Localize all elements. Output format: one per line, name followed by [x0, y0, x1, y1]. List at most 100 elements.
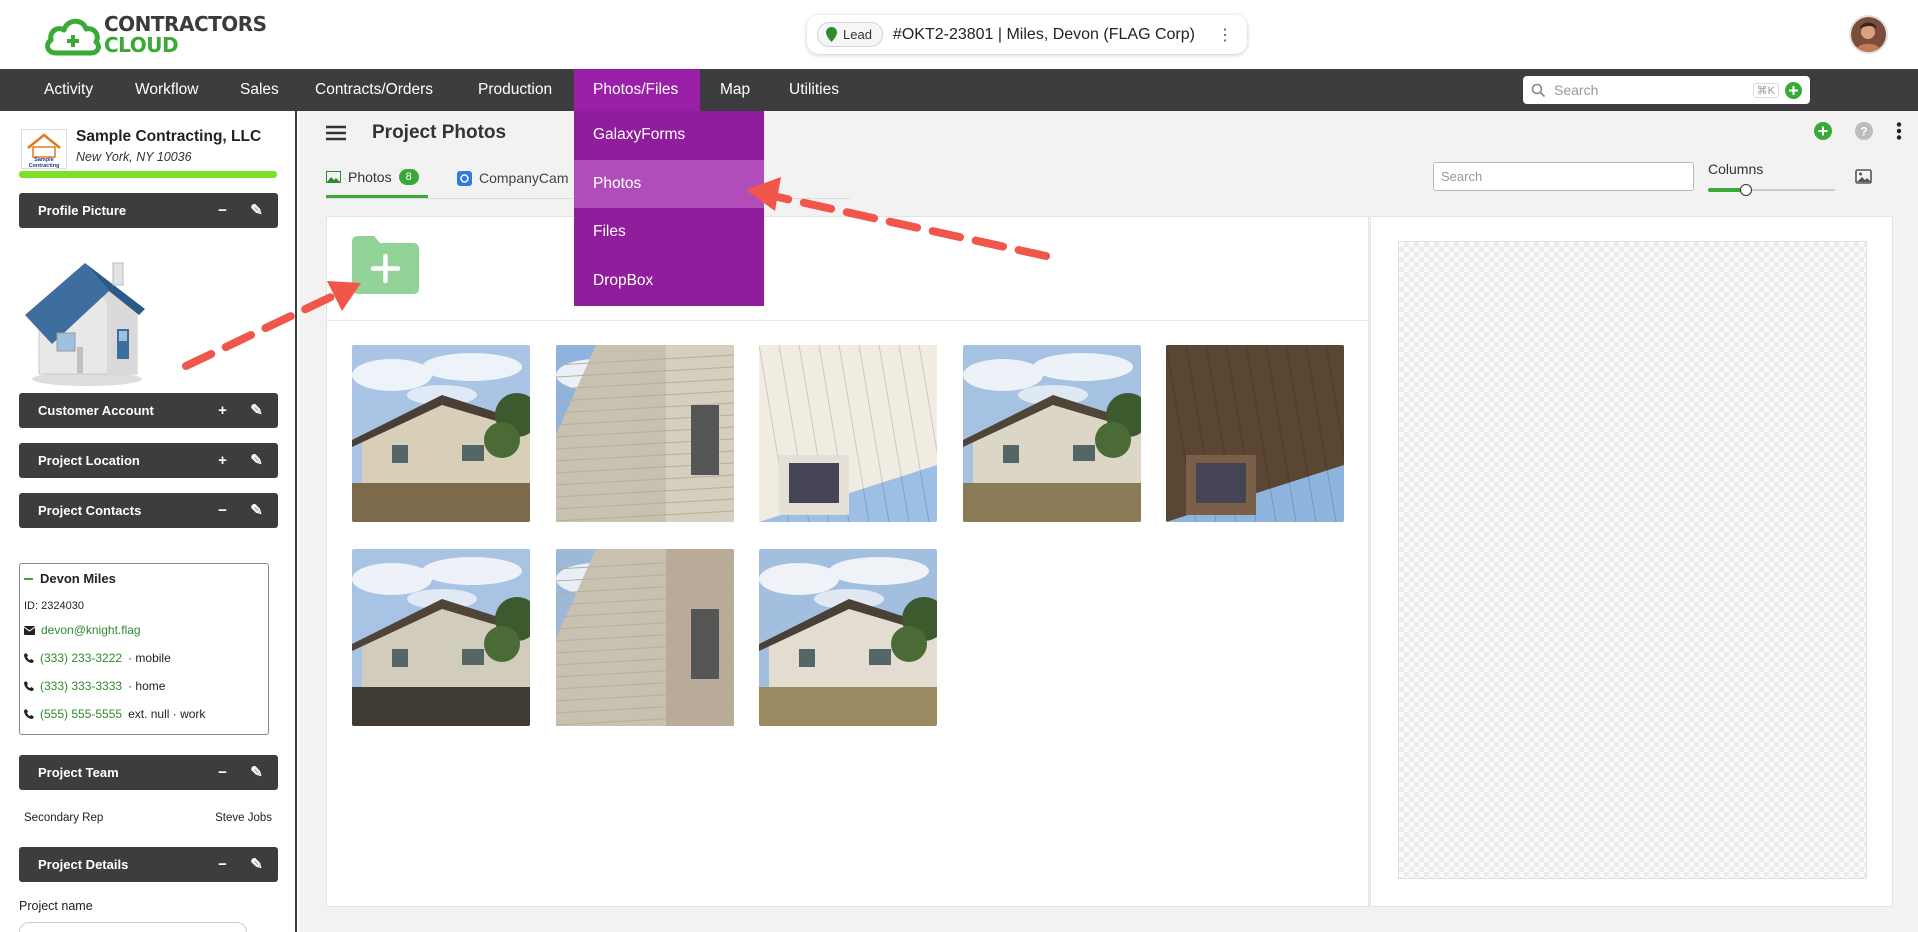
envelope-icon	[24, 625, 35, 635]
phone-type: · home	[128, 679, 166, 693]
tab-label: CompanyCam	[479, 170, 569, 186]
main-nav: Activity Workflow Sales Contracts/Orders…	[0, 69, 1918, 111]
panel-title: Customer Account	[38, 403, 154, 418]
phone-number[interactable]: (333) 233-3222	[40, 651, 122, 665]
collapse-icon[interactable]: −	[215, 856, 230, 873]
phone-number[interactable]: (333) 333-3333	[40, 679, 122, 693]
nav-sales[interactable]: Sales	[221, 69, 298, 111]
menu-item-dropbox[interactable]: DropBox	[574, 257, 764, 306]
project-name-label: Project name	[19, 899, 93, 913]
team-person: Steve Jobs	[215, 812, 272, 824]
photo-thumbnail[interactable]	[555, 345, 734, 522]
collapse-icon[interactable]: −	[215, 764, 230, 781]
map-pin-icon	[826, 27, 837, 42]
svg-text:?: ?	[1860, 125, 1867, 139]
app-logo[interactable]: CONTRACTORS CLOUD	[43, 13, 267, 57]
photo-search-input[interactable]	[1433, 162, 1694, 191]
image-view-icon[interactable]	[1855, 169, 1872, 184]
slider-handle[interactable]	[1740, 184, 1753, 196]
page-header: Project Photos ? Photos 8 CompanyCam Col…	[299, 111, 1918, 215]
panel-customer-account[interactable]: Customer Account + ✎	[19, 393, 278, 428]
panel-title: Project Contacts	[38, 503, 142, 518]
shortcut-hint: ⌘K	[1752, 82, 1779, 98]
photo-thumbnail[interactable]	[555, 549, 734, 726]
edit-icon[interactable]: ✎	[249, 502, 264, 519]
edit-icon[interactable]: ✎	[249, 856, 264, 873]
plus-icon[interactable]: +	[215, 402, 230, 419]
nav-map[interactable]: Map	[701, 69, 769, 111]
status-badge[interactable]: Lead	[817, 22, 883, 47]
menu-item-files[interactable]: Files	[574, 208, 764, 257]
photo-thumbnail[interactable]	[352, 549, 530, 726]
nav-utilities[interactable]: Utilities	[770, 69, 858, 111]
edit-icon[interactable]: ✎	[249, 764, 264, 781]
add-folder-icon[interactable]	[352, 236, 419, 294]
profile-house-image[interactable]	[17, 249, 150, 389]
contact-name[interactable]: Devon Miles	[24, 571, 116, 586]
edit-icon[interactable]: ✎	[249, 202, 264, 219]
nav-production[interactable]: Production	[459, 69, 571, 111]
edit-icon[interactable]: ✎	[249, 452, 264, 469]
plus-icon[interactable]: +	[215, 452, 230, 469]
nav-workflow[interactable]: Workflow	[116, 69, 217, 111]
tab-companycam[interactable]: CompanyCam	[457, 164, 568, 198]
photo-thumbnail[interactable]	[1166, 345, 1344, 522]
vertical-dots-icon[interactable]: ⋮	[1217, 25, 1233, 45]
company-logo: Sample Contracting	[21, 129, 67, 169]
add-circle-icon[interactable]	[1814, 122, 1832, 140]
tab-photos[interactable]: Photos 8	[326, 164, 428, 198]
contact-email[interactable]: devon@knight.flag	[41, 623, 141, 637]
companycam-icon	[457, 170, 472, 186]
columns-label: Columns	[1708, 161, 1764, 177]
panel-project-team[interactable]: Project Team − ✎	[19, 755, 278, 790]
photo-preview-pane	[1370, 216, 1893, 907]
team-role: Secondary Rep	[24, 812, 104, 824]
collapse-icon[interactable]: −	[215, 202, 230, 219]
project-name-field[interactable]	[19, 922, 247, 932]
hamburger-menu-icon[interactable]	[326, 125, 346, 141]
phone-type: · mobile	[128, 651, 171, 665]
global-search[interactable]: ⌘K	[1523, 76, 1810, 104]
avatar[interactable]	[1849, 15, 1888, 54]
help-icon[interactable]: ?	[1855, 122, 1873, 140]
top-bar: CONTRACTORS CLOUD Lead #OKT2-23801 | Mil…	[0, 0, 1918, 69]
photo-count-badge: 8	[398, 168, 419, 185]
edit-icon[interactable]: ✎	[249, 402, 264, 419]
phone-icon	[24, 653, 34, 663]
global-search-input[interactable]	[1554, 82, 1753, 98]
collapse-dash-icon[interactable]	[24, 577, 33, 580]
panel-project-contacts[interactable]: Project Contacts − ✎	[19, 493, 278, 528]
panel-profile-picture[interactable]: Profile Picture − ✎	[19, 193, 278, 228]
panel-title: Project Details	[38, 857, 129, 872]
phone-number[interactable]: (555) 555-5555	[40, 707, 122, 721]
columns-slider[interactable]	[1708, 184, 1835, 196]
image-icon	[326, 170, 341, 183]
nav-activity[interactable]: Activity	[25, 69, 112, 111]
photo-thumbnail[interactable]	[759, 345, 937, 522]
panel-project-details[interactable]: Project Details − ✎	[19, 847, 278, 882]
panel-title: Project Team	[38, 765, 119, 780]
nav-contracts-orders[interactable]: Contracts/Orders	[296, 69, 452, 111]
contact-phone-row: (555) 555-5555 ext. null · work	[24, 707, 205, 721]
photo-thumbnail[interactable]	[352, 345, 530, 522]
menu-item-galaxyforms[interactable]: GalaxyForms	[574, 111, 764, 160]
add-circle-icon[interactable]	[1785, 81, 1802, 99]
photo-thumbnail[interactable]	[962, 345, 1141, 522]
nav-photos-files[interactable]: Photos/Files	[574, 69, 700, 111]
photo-thumbnail[interactable]	[759, 549, 937, 726]
collapse-icon[interactable]: −	[215, 502, 230, 519]
team-row: Secondary Rep Steve Jobs	[24, 812, 272, 824]
record-selector[interactable]: Lead #OKT2-23801 | Miles, Devon (FLAG Co…	[807, 15, 1247, 54]
photo-gallery	[326, 216, 1370, 907]
phone-icon	[24, 709, 34, 719]
menu-item-photos[interactable]: Photos	[574, 159, 764, 209]
upload-area	[327, 217, 1370, 321]
status-label: Lead	[843, 27, 872, 42]
vertical-dots-icon[interactable]	[1896, 122, 1902, 140]
logo-line2: CLOUD	[104, 33, 179, 57]
logo-text: CONTRACTORS CLOUD	[104, 14, 267, 56]
contact-id: ID: 2324030	[24, 600, 84, 612]
panel-project-location[interactable]: Project Location + ✎	[19, 443, 278, 478]
panel-title: Project Location	[38, 453, 140, 468]
svg-text:Contracting: Contracting	[29, 163, 60, 168]
